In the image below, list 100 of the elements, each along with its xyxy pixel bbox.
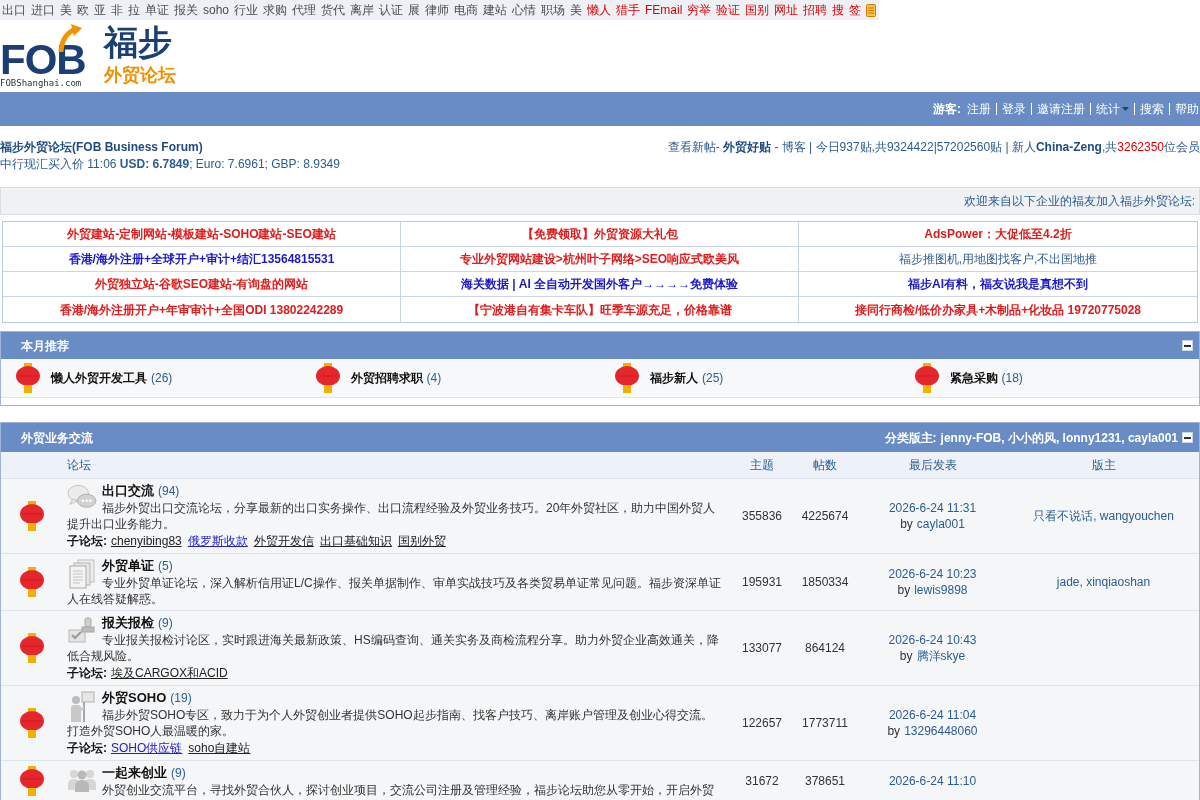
forum-description: 福步外贸SOHO专区，致力于为个人外贸创业者提供SOHO起步指南、找客户技巧、离岸账户管理及创业心得交流。打造外贸SOHO人最温暖的家。	[67, 707, 714, 739]
last-post-author-link[interactable]: cayla001	[916, 516, 965, 532]
nav-link[interactable]: 离岸	[350, 0, 375, 20]
category-moderators-label: 分类版主:	[884, 429, 937, 447]
moderator-links[interactable]: 只看不说话, wangyouchen	[1033, 507, 1174, 525]
subforum-link[interactable]: SOHO供应链	[111, 741, 183, 755]
forum-name-link[interactable]: 一起来创业	[102, 765, 167, 780]
subforum-link[interactable]: 外贸开发信	[253, 534, 314, 548]
nav-link[interactable]: 国别	[745, 0, 770, 20]
nav-link[interactable]: 单证	[145, 0, 169, 20]
post-total: 4225674	[801, 508, 849, 525]
topic-count: (9)	[171, 766, 186, 780]
featured-forum-link[interactable]: 福步新人	[650, 369, 698, 387]
topic-count: (5)	[158, 559, 173, 573]
forum-name-link[interactable]: 外贸单证	[102, 558, 154, 573]
lantern-icon	[16, 363, 40, 393]
chat-bubbles-icon	[67, 484, 97, 510]
nav-link[interactable]: 进口	[31, 0, 55, 20]
nav-link[interactable]: 货代	[321, 0, 346, 20]
topic-count: (94)	[158, 484, 180, 498]
ad-link[interactable]: 香港/海外注册+全球开户+审计+结汇13564815531	[68, 250, 335, 268]
ad-link[interactable]: 福步AI有料，福友说我是真想不到	[908, 275, 1088, 293]
subforum-link[interactable]: soho自建站	[188, 741, 251, 755]
nav-link[interactable]: soho	[203, 0, 230, 20]
last-post-author-link[interactable]: lewis9898	[914, 582, 968, 598]
nav-link[interactable]: 穷举	[687, 0, 712, 20]
subforum-link[interactable]: chenyibing83	[111, 534, 182, 548]
logo-title: 福步	[104, 22, 173, 63]
last-post-author-link[interactable]: 13296448060	[904, 723, 978, 739]
last-post-date-link[interactable]: 2026-6-24 11:10	[888, 773, 977, 789]
collapse-icon[interactable]	[1182, 432, 1193, 443]
nav-link[interactable]: 展	[408, 0, 421, 20]
last-post-date-link[interactable]: 2026-6-24 10:23	[888, 566, 977, 582]
logo-domain: FOBShanghai.com	[0, 78, 83, 89]
featured-forum-link[interactable]: 紧急采购	[949, 369, 998, 387]
nav-link[interactable]: 建站	[483, 0, 508, 20]
guest-label: 游客:	[933, 101, 961, 118]
nav-link[interactable]: 网址	[774, 0, 799, 20]
nav-link[interactable]: 认证	[379, 0, 404, 20]
nav-link[interactable]: 电商	[454, 0, 479, 20]
nav-link[interactable]: 求购	[263, 0, 288, 20]
ad-link[interactable]: 接同行商检/低价办家具+木制品+化妆品 19720775028	[854, 300, 1142, 319]
ad-link[interactable]: 海关数据 | AI 全自动开发国外客户→→→→免费体验	[460, 275, 739, 293]
featured-forum-link[interactable]: 懒人外贸开发工具	[51, 369, 147, 387]
nav-link[interactable]: 美	[570, 0, 583, 20]
ad-link[interactable]: 【宁波港自有集卡车队】旺季车源充足，价格靠谱	[467, 300, 732, 319]
nav-link[interactable]: 非	[111, 0, 123, 20]
nav-link[interactable]: 拉	[128, 0, 140, 20]
featured-forum-link[interactable]: 外贸招聘求职	[350, 369, 423, 387]
nav-link[interactable]: 猎手	[616, 0, 641, 20]
ad-link[interactable]: 【免费领取】外贸资源大礼包	[521, 225, 678, 243]
nav-link[interactable]: 验证	[716, 0, 741, 20]
lantern-icon	[20, 708, 44, 738]
nav-link[interactable]: 报关	[174, 0, 198, 20]
forum-name-link[interactable]: 报关报检	[102, 615, 154, 630]
nav-link[interactable]: 美	[60, 0, 72, 20]
nav-link[interactable]: 亚	[94, 0, 106, 20]
moderator-links[interactable]: jade, xinqiaoshan	[1056, 573, 1151, 591]
subforum-link[interactable]: 埃及CARGOX和ACID	[111, 666, 228, 680]
nav-link[interactable]: 懒人	[587, 0, 612, 20]
subforum-label: 子论坛:	[67, 741, 107, 755]
last-post-date-link[interactable]: 2026-6-24 10:43	[888, 632, 977, 648]
collapse-icon[interactable]	[1182, 340, 1193, 351]
nav-link[interactable]: 搜	[832, 0, 845, 20]
ad-link[interactable]: AdsPower：大促低至4.2折	[924, 225, 1072, 243]
subforum-link[interactable]: 俄罗斯收款	[187, 534, 248, 548]
nav-link[interactable]: 签	[849, 0, 862, 20]
subforum-link[interactable]: 国别外贸	[397, 534, 446, 548]
forum-description: 福步外贸出口交流论坛，分享最新的出口实务操作、出口流程经验及外贸业务技巧。20年外贸社区，助力中国外贸人提升出口业务能力。	[67, 500, 717, 532]
lantern-icon	[20, 633, 44, 663]
ad-link[interactable]: 香港/海外注册开户+年审审计+全国ODI 13802242289	[59, 300, 344, 319]
column-header: 版主	[1091, 458, 1116, 472]
last-post-author-link[interactable]: 腾洋skye	[916, 648, 966, 664]
topic-count: (9)	[158, 616, 173, 630]
lantern-icon	[20, 501, 44, 531]
ad-link[interactable]: 专业外贸网站建设>杭州叶子网络>SEO响应式欧美风	[459, 250, 740, 268]
column-header: 帖数	[813, 458, 837, 472]
logo-wordmark: FOB	[0, 43, 87, 77]
nav-link[interactable]: 欧	[77, 0, 89, 20]
last-post-date-link[interactable]: 2026-6-24 11:31	[888, 500, 977, 516]
topic-total: 133077	[741, 640, 782, 657]
nav-link[interactable]: 出口	[2, 0, 26, 20]
subforum-label: 子论坛:	[67, 666, 107, 680]
subforum-link[interactable]: 出口基础知识	[319, 534, 392, 548]
nav-link[interactable]: 心情	[512, 0, 537, 20]
site-title-link[interactable]: 福步外贸论坛(FOB Business Forum)	[0, 139, 203, 155]
documents-icon	[69, 559, 95, 589]
forum-name-link[interactable]: 出口交流	[102, 483, 154, 498]
nav-link[interactable]: 代理	[292, 0, 317, 20]
nav-link[interactable]: 行业	[234, 0, 259, 20]
last-post-date-link[interactable]: 2026-6-24 11:04	[888, 707, 977, 723]
nav-link[interactable]: 招聘	[803, 0, 828, 20]
ad-link[interactable]: 福步推图机,用地图找客户,不出国地推	[898, 250, 1098, 268]
ad-link[interactable]: 外贸建站-定制网站-模板建站-SOHO建站-SEO建站	[67, 225, 336, 243]
nav-link[interactable]: 律师	[425, 0, 450, 20]
nav-link[interactable]: FEmail	[645, 0, 683, 20]
notepad-icon[interactable]	[866, 3, 877, 17]
nav-link[interactable]: 职场	[541, 0, 566, 20]
forum-name-link[interactable]: 外贸SOHO	[102, 690, 167, 705]
ad-link[interactable]: 外贸独立站-谷歌SEO建站-有询盘的网站	[94, 275, 309, 293]
